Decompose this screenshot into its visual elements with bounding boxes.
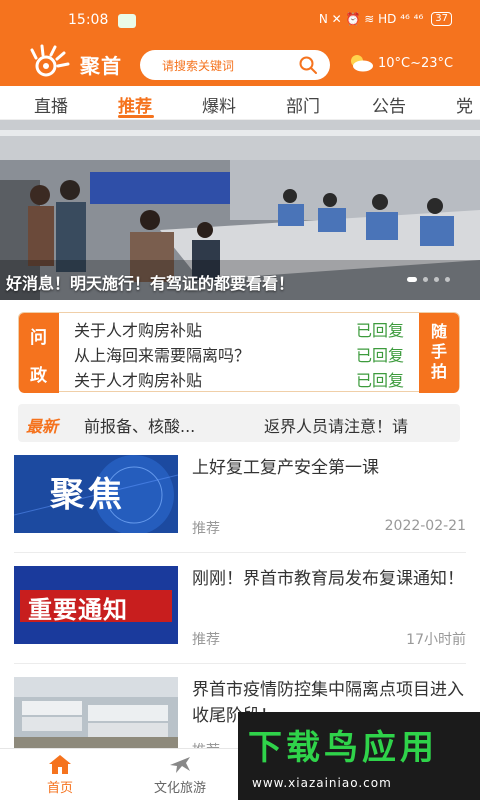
- inquiry-label-char: 政: [30, 366, 47, 386]
- news-item[interactable]: 重要通知 刚刚！界首市教育局发布复课通知！ 推荐 17小时前: [0, 566, 480, 666]
- carousel-dot: [434, 277, 439, 282]
- search-input[interactable]: 请搜索关键词: [140, 50, 330, 80]
- news-title[interactable]: 刚刚！界首市教育局发布复课通知！: [192, 566, 468, 592]
- inquiry-label-char: 问: [30, 328, 47, 348]
- watermark-text: 下载鸟应用: [248, 728, 438, 768]
- carousel-dot-active: [407, 277, 417, 282]
- status-bar: 15:08 N ✕ ⏰ ≋ HD ⁴⁶ ⁴⁶ 37: [0, 0, 480, 40]
- inquiry-row[interactable]: 关于人才购房补贴 已回复: [74, 367, 404, 391]
- news-time: 17小时前: [406, 632, 466, 648]
- snapshot-report-button[interactable]: 随 手 拍: [419, 313, 459, 393]
- carousel-dot: [445, 277, 450, 282]
- tab-live[interactable]: 直播: [34, 92, 68, 117]
- snapshot-label-char: 手: [430, 342, 447, 361]
- status-time: 15:08: [68, 12, 109, 28]
- news-item[interactable]: 聚焦 上好复工复产安全第一课 推荐 2022-02-21: [0, 455, 480, 555]
- news-thumbnail-graphic: [14, 677, 178, 749]
- inquiry-question: 关于人才购房补贴: [74, 371, 203, 390]
- inquiry-row[interactable]: 关于人才购房补贴 已回复: [74, 317, 404, 341]
- latest-label: 最新: [26, 417, 59, 436]
- inquiry-row[interactable]: 从上海回来需要隔离吗？ 已回复: [74, 342, 404, 366]
- news-tag: 推荐: [192, 521, 220, 537]
- banner-caption[interactable]: 好消息！明天施行！有驾证的都要看看！: [6, 270, 294, 294]
- inquiry-status: 已回复: [355, 371, 404, 390]
- battery-icon: 37: [431, 12, 452, 26]
- divider: [14, 552, 466, 553]
- news-thumbnail-text: 聚焦: [50, 475, 126, 515]
- news-title[interactable]: 上好复工复产安全第一课: [192, 455, 468, 481]
- public-inquiry-box: 问 政 关于人才购房补贴 已回复 从上海回来需要隔离吗？ 已回复 关于人才购房补…: [18, 312, 460, 393]
- nav-home[interactable]: 首页: [15, 753, 105, 796]
- weather-widget[interactable]: 10°C~23°C: [348, 52, 458, 78]
- airplane-icon: [170, 757, 190, 773]
- inquiry-label[interactable]: 问 政: [19, 313, 59, 393]
- chat-notification-icon: [118, 14, 136, 28]
- tab-tipoff[interactable]: 爆料: [202, 92, 236, 117]
- signal-indicators: N ✕ ⏰ ≋ HD ⁴⁶ ⁴⁶: [318, 12, 424, 26]
- news-thumbnail-text: 重要通知: [28, 596, 128, 624]
- status-indicators: N ✕ ⏰ ≋ HD ⁴⁶ ⁴⁶ 37: [319, 12, 452, 26]
- news-thumbnail: [14, 677, 178, 749]
- nav-culture-tourism-label: 文化旅游: [153, 781, 206, 796]
- nav-culture-tourism[interactable]: 文化旅游: [135, 753, 225, 796]
- tab-departments[interactable]: 部门: [286, 92, 320, 117]
- inquiry-status: 已回复: [355, 346, 404, 365]
- app-logo-icon: [30, 44, 70, 77]
- news-thumbnail: 聚焦: [14, 455, 178, 533]
- carousel-dots: [407, 277, 450, 282]
- inquiry-question: 从上海回来需要隔离吗？: [74, 346, 251, 365]
- divider: [14, 663, 466, 664]
- tab-announcements[interactable]: 公告: [372, 92, 406, 117]
- snapshot-label-char: 拍: [430, 362, 447, 381]
- latest-news-ticker[interactable]: 最新 前报备、核酸... 返界人员请注意！请: [18, 404, 460, 442]
- banner-carousel[interactable]: 好消息！明天施行！有驾证的都要看看！: [0, 120, 480, 300]
- watermark-logo: 下载鸟应用 www.xiazainiao.com: [238, 712, 480, 800]
- inquiry-status: 已回复: [355, 321, 404, 340]
- search-placeholder: 请搜索关键词: [162, 59, 235, 73]
- weather-cloud-sun-icon: [351, 55, 373, 72]
- home-icon: [49, 755, 71, 774]
- news-thumbnail: 重要通知: [14, 566, 178, 644]
- news-tag: 推荐: [192, 632, 220, 648]
- tab-recommend[interactable]: 推荐: [118, 92, 152, 117]
- watermark-url: www.xiazainiao.com: [252, 776, 392, 790]
- nav-home-label: 首页: [46, 781, 73, 796]
- top-bar: 15:08 N ✕ ⏰ ≋ HD ⁴⁶ ⁴⁶ 37 聚首 请搜索关键词 10°C…: [0, 0, 480, 86]
- carousel-dot: [423, 277, 428, 282]
- snapshot-label-char: 随: [430, 322, 447, 341]
- active-tab-indicator: [118, 115, 154, 118]
- search-icon[interactable]: [298, 55, 318, 75]
- news-time: 2022-02-21: [384, 518, 466, 534]
- inquiry-question: 关于人才购房补贴: [74, 321, 203, 340]
- weather-temperature: 10°C~23°C: [378, 56, 454, 71]
- ticker-item[interactable]: 前报备、核酸...: [84, 413, 195, 437]
- ticker-item[interactable]: 返界人员请注意！请: [264, 413, 408, 437]
- app-header: 聚首 请搜索关键词 10°C~23°C: [0, 40, 480, 86]
- category-tabs: 直播 推荐 爆料 部门 公告 党建: [0, 86, 480, 142]
- app-name: 聚首: [80, 54, 122, 78]
